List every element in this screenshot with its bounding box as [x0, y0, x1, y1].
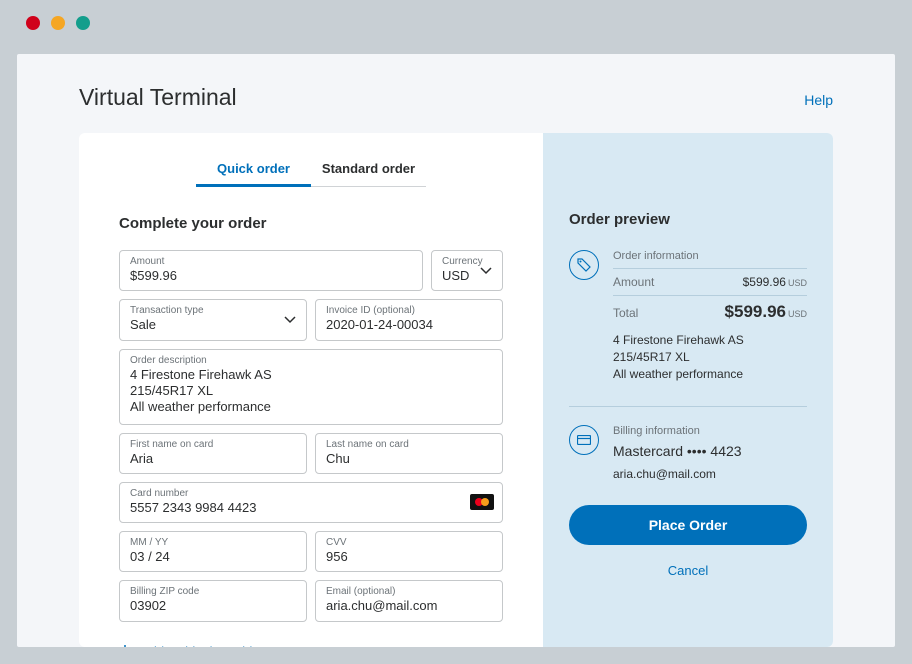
tag-icon	[569, 250, 599, 280]
order-type-tabs: Quick order Standard order	[119, 151, 503, 187]
preview-description: 4 Firestone Firehawk AS 215/45R17 XL All…	[613, 332, 807, 382]
first-name-field[interactable]: First name on card	[119, 433, 307, 474]
add-shipping-address-label: Add a shipping address	[141, 644, 277, 648]
currency-field[interactable]: Currency USD	[431, 250, 503, 291]
form-heading: Complete your order	[119, 215, 503, 232]
amount-label: Amount	[130, 256, 412, 267]
add-shipping-address-link[interactable]: Add a shipping address	[119, 644, 277, 648]
email-input[interactable]	[326, 598, 492, 614]
card-number-field[interactable]: Card number	[119, 482, 503, 523]
cvv-field[interactable]: CVV	[315, 531, 503, 572]
last-name-field[interactable]: Last name on card	[315, 433, 503, 474]
amount-input[interactable]	[130, 268, 412, 284]
currency-label: Currency	[442, 256, 492, 267]
preview-total-value: $599.96USD	[725, 302, 807, 322]
expiry-field[interactable]: MM / YY	[119, 531, 307, 572]
window-titlebar	[0, 0, 912, 46]
transaction-type-field[interactable]: Transaction type Sale	[119, 299, 307, 340]
window-minimize-dot[interactable]	[51, 16, 65, 30]
cvv-label: CVV	[326, 537, 492, 548]
preview-card-masked: Mastercard •••• 4423	[613, 443, 807, 459]
first-name-label: First name on card	[130, 439, 296, 450]
tab-standard-order[interactable]: Standard order	[311, 151, 426, 187]
last-name-label: Last name on card	[326, 439, 492, 450]
zip-field[interactable]: Billing ZIP code	[119, 580, 307, 621]
help-link[interactable]: Help	[804, 92, 833, 108]
card-number-label: Card number	[130, 488, 492, 499]
email-label: Email (optional)	[326, 586, 492, 597]
place-order-button[interactable]: Place Order	[569, 505, 807, 545]
transaction-type-label: Transaction type	[130, 305, 296, 316]
plus-icon	[119, 644, 131, 648]
order-description-input[interactable]	[130, 367, 492, 415]
expiry-label: MM / YY	[130, 537, 296, 548]
window-zoom-dot[interactable]	[76, 16, 90, 30]
transaction-type-value: Sale	[130, 317, 296, 333]
page-title: Virtual Terminal	[79, 84, 237, 111]
email-field[interactable]: Email (optional)	[315, 580, 503, 621]
zip-label: Billing ZIP code	[130, 586, 296, 597]
card-icon	[569, 425, 599, 455]
card-number-input[interactable]	[130, 500, 492, 516]
currency-value: USD	[442, 268, 492, 284]
amount-field[interactable]: Amount	[119, 250, 423, 291]
billing-info-label: Billing information	[613, 425, 807, 437]
cvv-input[interactable]	[326, 549, 492, 565]
tab-quick-order[interactable]: Quick order	[196, 151, 311, 187]
preview-total-label: Total	[613, 306, 638, 320]
invoice-id-field[interactable]: Invoice ID (optional)	[315, 299, 503, 340]
mastercard-icon	[470, 494, 494, 510]
window-close-dot[interactable]	[26, 16, 40, 30]
invoice-id-label: Invoice ID (optional)	[326, 305, 492, 316]
expiry-input[interactable]	[130, 549, 296, 565]
order-description-field[interactable]: Order description	[119, 349, 503, 425]
preview-email: aria.chu@mail.com	[613, 467, 807, 481]
preview-amount-value: $599.96USD	[743, 275, 807, 289]
zip-input[interactable]	[130, 598, 296, 614]
cancel-button[interactable]: Cancel	[569, 563, 807, 578]
last-name-input[interactable]	[326, 451, 492, 467]
invoice-id-input[interactable]	[326, 317, 492, 333]
order-description-label: Order description	[130, 355, 492, 366]
preview-amount-label: Amount	[613, 275, 654, 289]
preview-heading: Order preview	[569, 211, 807, 228]
order-info-label: Order information	[613, 250, 807, 262]
first-name-input[interactable]	[130, 451, 296, 467]
